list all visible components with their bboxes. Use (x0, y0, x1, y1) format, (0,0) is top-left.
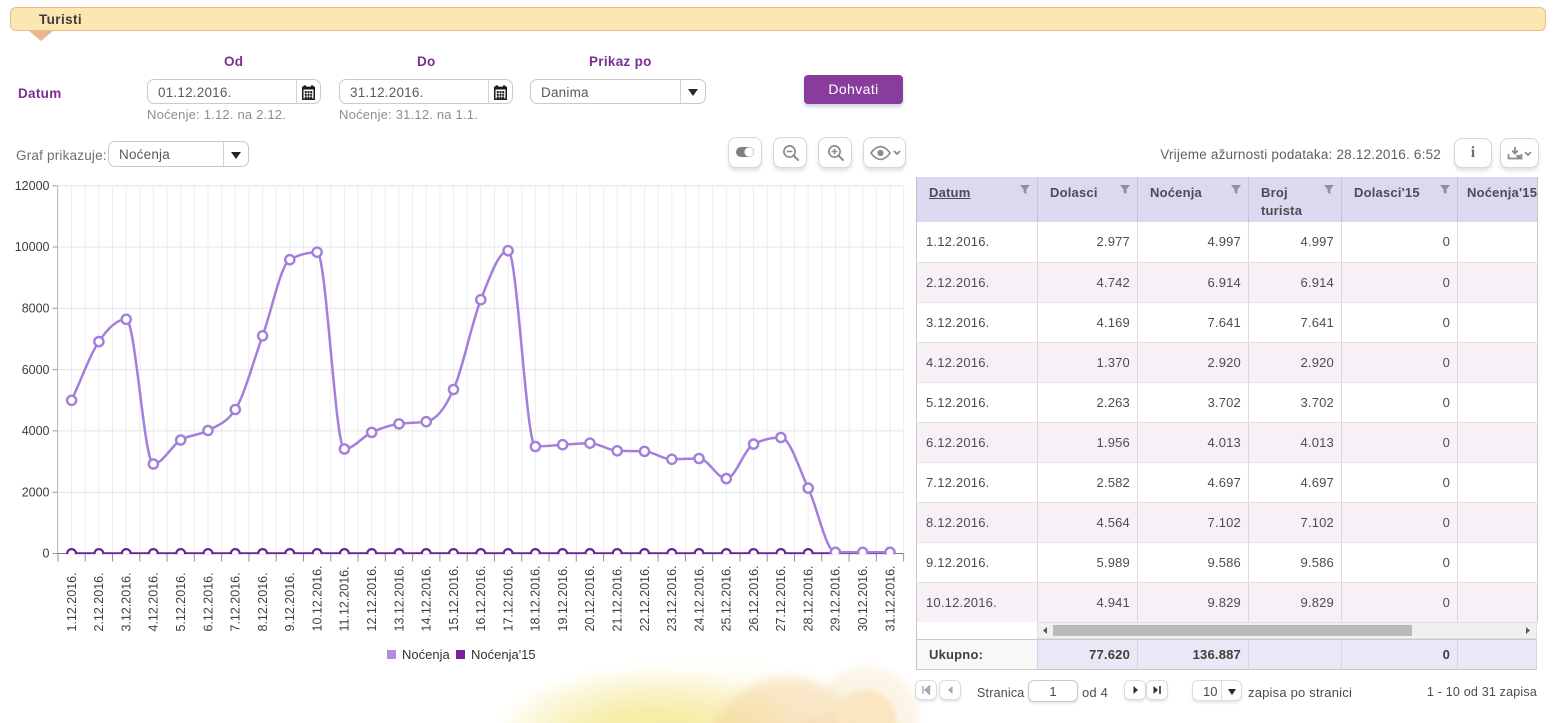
svg-text:1.12.2016.: 1.12.2016. (65, 572, 79, 631)
svg-text:5.12.2016.: 5.12.2016. (174, 572, 188, 631)
svg-text:26.12.2016.: 26.12.2016. (747, 565, 761, 631)
svg-text:13.12.2016.: 13.12.2016. (392, 565, 406, 631)
svg-text:20.12.2016.: 20.12.2016. (583, 565, 597, 631)
svg-text:6.12.2016.: 6.12.2016. (201, 572, 215, 631)
svg-text:6000: 6000 (22, 363, 50, 377)
svg-text:23.12.2016.: 23.12.2016. (665, 565, 679, 631)
svg-text:12000: 12000 (15, 179, 50, 193)
svg-text:18.12.2016.: 18.12.2016. (529, 565, 543, 631)
svg-text:16.12.2016.: 16.12.2016. (474, 565, 488, 631)
svg-text:10.12.2016.: 10.12.2016. (310, 565, 324, 631)
svg-text:3.12.2016.: 3.12.2016. (120, 572, 134, 631)
svg-text:4000: 4000 (22, 424, 50, 438)
svg-text:15.12.2016.: 15.12.2016. (447, 565, 461, 631)
svg-text:Noćenja'15: Noćenja'15 (471, 647, 536, 662)
svg-text:19.12.2016.: 19.12.2016. (556, 565, 570, 631)
svg-text:21.12.2016.: 21.12.2016. (611, 565, 625, 631)
svg-text:4.12.2016.: 4.12.2016. (147, 572, 161, 631)
svg-text:29.12.2016.: 29.12.2016. (829, 565, 843, 631)
svg-text:Noćenja: Noćenja (402, 647, 450, 662)
svg-text:25.12.2016.: 25.12.2016. (720, 565, 734, 631)
svg-text:12.12.2016.: 12.12.2016. (365, 565, 379, 631)
svg-text:7.12.2016.: 7.12.2016. (229, 572, 243, 631)
svg-text:8000: 8000 (22, 302, 50, 316)
svg-text:2000: 2000 (22, 485, 50, 499)
svg-text:11.12.2016.: 11.12.2016. (338, 566, 352, 631)
svg-text:14.12.2016.: 14.12.2016. (420, 565, 434, 631)
svg-text:17.12.2016.: 17.12.2016. (501, 565, 515, 631)
svg-text:10000: 10000 (15, 240, 50, 254)
svg-text:28.12.2016.: 28.12.2016. (802, 565, 816, 631)
svg-text:9.12.2016.: 9.12.2016. (283, 572, 297, 631)
svg-text:0: 0 (43, 547, 50, 561)
svg-text:31.12.2016.: 31.12.2016. (883, 565, 897, 631)
svg-text:8.12.2016.: 8.12.2016. (256, 572, 270, 631)
svg-text:30.12.2016.: 30.12.2016. (856, 565, 870, 631)
svg-text:22.12.2016.: 22.12.2016. (638, 565, 652, 631)
svg-text:27.12.2016.: 27.12.2016. (774, 565, 788, 631)
svg-text:2.12.2016.: 2.12.2016. (92, 572, 106, 631)
svg-text:24.12.2016.: 24.12.2016. (692, 565, 706, 631)
